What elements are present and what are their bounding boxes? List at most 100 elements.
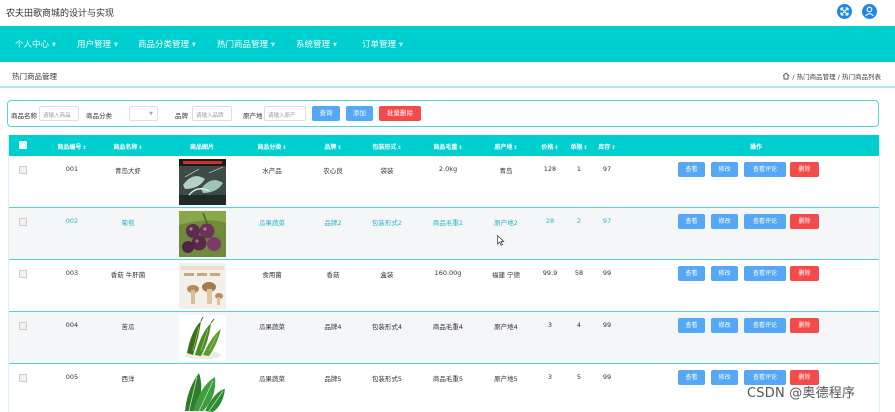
view-button[interactable]: 查看: [678, 266, 705, 281]
name-input[interactable]: 请输入商品: [39, 106, 79, 121]
app-title: 农夫田歌商城的设计与实现: [6, 9, 115, 19]
cell-name: 西洋: [121, 375, 135, 383]
row-checkbox[interactable]: [19, 270, 27, 278]
chevron-down-icon: ▼: [52, 42, 56, 48]
sort-icon[interactable]: ⇕: [458, 145, 462, 151]
cell-id: 003: [65, 269, 79, 277]
cell-package: 包装形式4: [371, 323, 403, 331]
column-header[interactable]: 原产地⇕: [494, 142, 517, 151]
delete-button[interactable]: 删除: [790, 214, 819, 229]
origin-label: 原产地: [243, 112, 263, 120]
sort-icon[interactable]: ⇕: [554, 145, 558, 151]
brand-input[interactable]: 请输入品牌: [192, 106, 232, 121]
column-header[interactable]: 商品分类⇕: [257, 142, 286, 151]
category-label: 商品分类: [86, 112, 112, 120]
origin-input[interactable]: 请输入原产: [264, 106, 306, 121]
table-row: 001 青岛大虾 水产品 农心良 袋装 2.0kg 青岛 128 1 97 查看 修改 查看评论 删除: [9, 156, 879, 208]
cell-category: 水产品: [262, 167, 282, 175]
column-header[interactable]: 商品名称⇕: [113, 142, 142, 151]
delete-button[interactable]: 删除: [790, 266, 819, 281]
cell-origin: 原产地5: [494, 375, 518, 383]
nav-item-6[interactable]: 订单管理 ▼: [362, 38, 403, 50]
page-title: 热门商品管理: [12, 72, 57, 81]
view-reviews-button[interactable]: 查看评论: [744, 318, 786, 333]
query-button[interactable]: 查询: [312, 106, 340, 121]
nav-item-label: 订单管理: [362, 40, 397, 50]
mouse-cursor-icon: [497, 235, 505, 246]
product-image: [179, 315, 226, 361]
row-checkbox[interactable]: [19, 322, 27, 330]
sort-icon[interactable]: ⇕: [138, 145, 142, 151]
product-table: 商品编号⇕ 商品名称⇕ 商品分类⇕ 品牌⇕ 包装形式⇕ 商品毛重⇕ 原产地⇕ 价格⇕ 单限⇕ 库存…: [8, 135, 880, 412]
nav-item-4[interactable]: 热门商品管理 ▼: [217, 38, 275, 50]
nav-item-1[interactable]: 个人中心 ▼: [15, 38, 56, 50]
column-header[interactable]: 单限⇕: [570, 142, 587, 151]
cell-stock: 97: [602, 165, 612, 173]
cell-weight: 2.0kg: [438, 165, 458, 173]
product-image: [179, 263, 226, 309]
category-select[interactable]: ▼: [129, 106, 158, 121]
sort-icon[interactable]: ⇕: [282, 145, 286, 151]
cell-limit: 2: [576, 217, 582, 225]
column-header[interactable]: 库存⇕: [598, 142, 615, 151]
column-header[interactable]: 商品毛重⇕: [433, 142, 462, 151]
view-button[interactable]: 查看: [678, 162, 705, 177]
sort-icon[interactable]: ⇕: [513, 145, 517, 151]
user-avatar-icon[interactable]: [862, 4, 877, 19]
chevron-down-icon: ▼: [149, 111, 153, 117]
chevron-down-icon: ▼: [399, 42, 403, 48]
watermark: CSDN @奥德程序: [747, 386, 856, 401]
home-icon[interactable]: [782, 72, 790, 80]
nav-item-2[interactable]: 用户管理 ▼: [77, 38, 118, 50]
column-header[interactable]: 商品编号⇕: [57, 142, 86, 151]
batch-delete-button[interactable]: 批量删除: [379, 106, 421, 121]
sort-icon[interactable]: ⇕: [397, 145, 401, 151]
view-reviews-button[interactable]: 查看评论: [744, 162, 786, 177]
row-checkbox[interactable]: [19, 374, 27, 382]
sort-icon[interactable]: ⇕: [337, 145, 341, 151]
column-header[interactable]: 品牌⇕: [324, 142, 341, 151]
chevron-down-icon: ▼: [192, 42, 196, 48]
top-bar: 农夫田歌商城的设计与实现: [0, 0, 895, 26]
column-header-label: 商品分类: [257, 144, 282, 151]
column-header[interactable]: 包装形式⇕: [372, 142, 401, 151]
add-button[interactable]: 添加: [346, 106, 373, 121]
view-button[interactable]: 查看: [678, 214, 705, 229]
sort-icon[interactable]: ⇕: [82, 145, 86, 151]
edit-button[interactable]: 修改: [711, 318, 738, 333]
nav-item-label: 商品分类管理: [138, 40, 190, 50]
column-header[interactable]: 价格⇕: [541, 142, 558, 151]
edit-button[interactable]: 修改: [711, 370, 738, 385]
row-checkbox[interactable]: [19, 166, 27, 174]
edit-button[interactable]: 修改: [711, 214, 738, 229]
view-button[interactable]: 查看: [678, 318, 705, 333]
sort-icon[interactable]: ⇕: [583, 145, 587, 151]
edit-button[interactable]: 修改: [711, 266, 738, 281]
cell-brand: 香菇: [326, 271, 340, 279]
cell-brand: 品牌2: [324, 219, 342, 227]
table-row: 003 香菇 牛肝菌 食用菌 香菇 盒装 160.00g 福建 宁德 99.9 58 99 查看 修改…: [9, 260, 879, 312]
edit-button[interactable]: 修改: [711, 162, 738, 177]
row-checkbox[interactable]: [19, 218, 27, 226]
view-reviews-button[interactable]: 查看评论: [744, 266, 786, 281]
column-header-label: 商品毛重: [433, 144, 458, 151]
cell-origin: 福建 宁德: [491, 271, 521, 279]
view-button[interactable]: 查看: [678, 370, 705, 385]
view-reviews-button[interactable]: 查看评论: [744, 214, 786, 229]
nav-item-3[interactable]: 商品分类管理 ▼: [138, 38, 196, 50]
nav-item-label: 用户管理: [77, 40, 112, 50]
column-header-label: 价格: [541, 144, 554, 151]
chevron-down-icon: ▼: [271, 42, 275, 48]
product-image: [179, 159, 226, 205]
fullscreen-icon[interactable]: [837, 4, 852, 19]
column-header-label: 品牌: [324, 144, 337, 151]
sort-icon[interactable]: ⇕: [611, 145, 615, 151]
cell-id: 001: [65, 165, 79, 173]
cell-brand: 品牌5: [324, 375, 342, 383]
delete-button[interactable]: 删除: [790, 318, 819, 333]
delete-button[interactable]: 删除: [790, 162, 819, 177]
cell-category: 瓜果蔬菜: [259, 323, 285, 331]
cell-package: 盒装: [380, 271, 394, 279]
nav-item-5[interactable]: 系统管理 ▼: [296, 38, 337, 50]
select-all-checkbox[interactable]: [19, 141, 27, 149]
